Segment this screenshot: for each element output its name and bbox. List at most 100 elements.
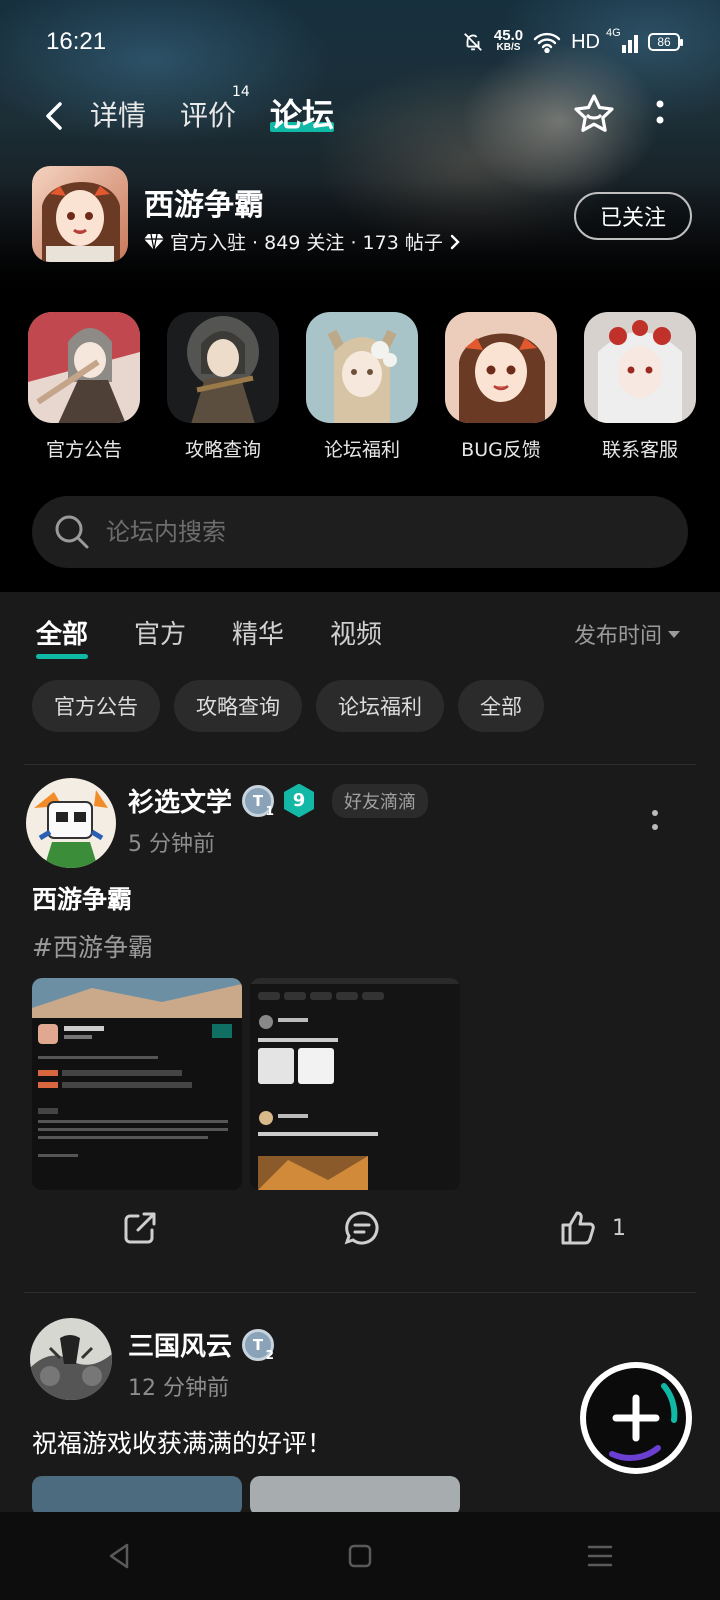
thumbs-up-icon	[561, 1211, 595, 1245]
chip-benefits[interactable]: 论坛福利	[316, 680, 444, 732]
game-name: 西游争霸	[144, 188, 264, 223]
triangle-back-icon	[109, 1543, 129, 1569]
user-avatar[interactable]	[26, 778, 116, 868]
shortcut-label: 官方公告	[45, 439, 122, 461]
tab-forum[interactable]: 论坛	[270, 90, 335, 136]
shortcut-label: 论坛福利	[323, 439, 400, 461]
divider	[24, 764, 696, 765]
system-back-button[interactable]	[95, 1536, 145, 1576]
post-image[interactable]	[32, 1476, 242, 1512]
user-tag: 好友滴滴	[332, 783, 429, 818]
more-vertical-icon[interactable]	[650, 806, 660, 836]
shortcut-guides[interactable]: 攻略查询	[161, 312, 285, 462]
shortcut-bug-report[interactable]: BUG反馈	[439, 312, 563, 462]
post-time: 5 分钟前	[128, 832, 215, 857]
star-icon[interactable]	[570, 90, 618, 138]
status-time: 16:21	[46, 28, 107, 55]
level-letter: T	[252, 1335, 264, 1354]
back-icon[interactable]	[36, 94, 72, 138]
create-post-button[interactable]	[580, 1362, 692, 1474]
chip-guides[interactable]: 攻略查询	[174, 680, 302, 732]
like-button[interactable]: 1	[558, 1208, 626, 1248]
follow-button[interactable]: 已关注	[574, 192, 692, 240]
system-nav-bar	[0, 1512, 720, 1600]
shortcut-benefits[interactable]: 论坛福利	[300, 312, 424, 462]
post-author[interactable]: 三国风云 T2	[128, 1326, 275, 1363]
level-badge: T1	[242, 784, 275, 818]
category-chips: 官方公告 攻略查询 论坛福利 全部	[32, 680, 544, 732]
forum-search[interactable]	[32, 496, 688, 568]
shortcut-bar: 官方公告 攻略查询 论坛福利 BUG反馈 联系客服	[22, 312, 702, 462]
chip-all[interactable]: 全部	[458, 680, 544, 732]
divider	[24, 1292, 696, 1293]
post-title[interactable]: 西游争霸	[32, 880, 132, 916]
rank-badge: 9	[284, 783, 315, 818]
shortcut-label: 攻略查询	[184, 439, 261, 461]
game-info: 西游争霸 官方入驻 · 849 关注 · 173 帖子 已关注	[32, 166, 692, 266]
chevron-right-icon	[450, 234, 460, 249]
shortcut-image	[28, 312, 140, 423]
level-number: 1	[265, 803, 275, 818]
shortcut-label: BUG反馈	[461, 439, 541, 461]
post-images	[32, 978, 460, 1190]
net-speed: 45.0 KB/S	[494, 28, 523, 54]
post-time: 12 分钟前	[128, 1376, 229, 1401]
filter-tab-official[interactable]: 官方	[134, 614, 186, 651]
top-nav: 详情 评价 14 论坛	[0, 84, 720, 146]
user-avatar[interactable]	[30, 1318, 112, 1400]
tab-details[interactable]: 详情	[90, 94, 146, 134]
mute-bell-icon	[464, 33, 482, 51]
system-menu-button[interactable]	[575, 1536, 625, 1576]
post-image[interactable]	[250, 978, 460, 1190]
post-image[interactable]	[32, 978, 242, 1190]
username: 三国风云	[128, 1332, 233, 1362]
battery-level: 86	[657, 35, 671, 49]
search-input[interactable]	[106, 518, 606, 546]
post-actions: 1	[0, 1208, 720, 1268]
shortcut-label: 联系客服	[601, 439, 678, 461]
filter-tabs: 全部 官方 精华 视频	[36, 614, 382, 659]
like-count: 1	[612, 1215, 626, 1241]
post-title[interactable]: 祝福游戏收获满满的好评！	[32, 1424, 332, 1460]
level-letter: T	[252, 791, 264, 810]
filter-tab-all[interactable]: 全部	[36, 614, 89, 659]
filter-tab-video[interactable]: 视频	[330, 614, 382, 651]
post-card[interactable]: 衫选文学 T1 9 好友滴滴 5 分钟前 西游争霸 #西游争霸 1	[0, 768, 720, 1288]
signal-icon: 4G	[606, 27, 638, 53]
level-number: 2	[265, 1347, 275, 1362]
shortcut-image	[584, 312, 696, 423]
username: 衫选文学	[128, 788, 233, 818]
status-bar: 16:21 45.0 KB/S HD 4G 86	[0, 0, 720, 86]
share-icon	[124, 1212, 156, 1244]
chip-announcements[interactable]: 官方公告	[32, 680, 160, 732]
plus-icon	[609, 1383, 678, 1461]
filter-tab-featured[interactable]: 精华	[232, 614, 284, 651]
game-meta[interactable]: 官方入驻 · 849 关注 · 173 帖子	[144, 228, 461, 255]
diamond-icon	[144, 233, 164, 250]
sort-dropdown[interactable]: 发布时间	[574, 618, 680, 650]
system-home-button[interactable]	[335, 1536, 385, 1576]
net-speed-unit: KB/S	[496, 42, 521, 53]
caret-down-icon	[668, 630, 680, 638]
post-image[interactable]	[250, 1476, 460, 1512]
post-topic[interactable]: #西游争霸	[32, 928, 153, 964]
comment-icon	[344, 1211, 379, 1245]
hd-indicator: HD	[571, 30, 600, 53]
comment-button[interactable]	[342, 1208, 382, 1248]
search-icon	[55, 515, 89, 549]
square-home-icon	[348, 1544, 372, 1568]
fab-inner	[586, 1368, 686, 1468]
share-button[interactable]	[120, 1208, 160, 1248]
tab-reviews[interactable]: 评价	[180, 94, 236, 134]
shortcut-customer-service[interactable]: 联系客服	[578, 312, 702, 462]
game-meta-text: 官方入驻 · 849 关注 · 173 帖子	[170, 232, 443, 254]
more-vertical-icon[interactable]	[652, 96, 668, 136]
sort-label: 发布时间	[573, 624, 662, 649]
signal-label: 4G	[606, 27, 621, 39]
shortcut-image	[167, 312, 279, 423]
post-images	[32, 1476, 460, 1512]
menu-lines-icon	[587, 1545, 613, 1567]
review-count-badge: 14	[232, 84, 250, 100]
post-author[interactable]: 衫选文学 T1 9 好友滴滴	[128, 782, 429, 819]
shortcut-announcements[interactable]: 官方公告	[22, 312, 146, 462]
